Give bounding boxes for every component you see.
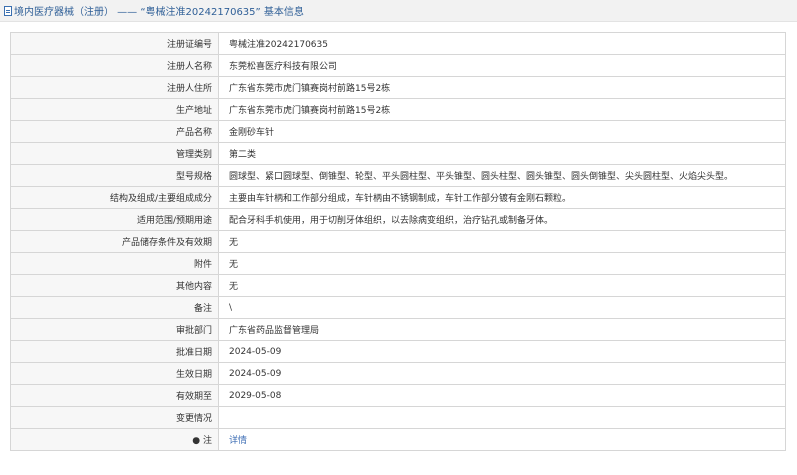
row-label: 批准日期 xyxy=(10,340,219,363)
record-title: “粤械注准20242170635” xyxy=(140,7,261,18)
row-value: 圆球型、紧口圆球型、倒锥型、轮型、平头圆柱型、平头锥型、圆头柱型、圆头锥型、圆头… xyxy=(218,164,786,187)
row-value: 2029-05-08 xyxy=(218,384,786,407)
table-row: 管理类别 第二类 xyxy=(10,142,786,165)
details-link[interactable]: 详情 xyxy=(229,436,247,446)
note-label: ● 注 xyxy=(10,428,219,451)
table-row: 附件无 xyxy=(10,252,786,275)
table-row: 生产地址 广东省东莞市虎门镇赛岗村前路15号2栋 xyxy=(10,98,786,121)
page-header: 境内医疗器械（注册） —— “粤械注准20242170635” 基本信息 xyxy=(0,0,797,22)
row-value: 粤械注准20242170635 xyxy=(218,32,786,55)
row-label: 注册人名称 xyxy=(10,54,219,77)
row-value: \ xyxy=(218,296,786,319)
table-row: 有效期至 2029-05-08 xyxy=(10,384,786,407)
row-label: 生产地址 xyxy=(10,98,219,121)
table-row: 适用范围/预期用途 配合牙科手机使用，用于切削牙体组织，以去除病变组织，治疗钻孔或… xyxy=(10,208,786,231)
row-value: 金刚砂车针 xyxy=(218,120,786,143)
detail-table: 注册证编号 粤械注准20242170635 注册人名称 东莞松喜医疗科技有限公司 注… xyxy=(10,32,786,451)
title-separator: —— xyxy=(114,7,141,18)
row-label: 注册证编号 xyxy=(10,32,219,55)
row-value: 详情 xyxy=(218,428,786,451)
table-row: 结构及组成/主要组成成分 主要由车针柄和工作部分组成，车针柄由不锈钢制成，车针工作… xyxy=(10,186,786,209)
row-value xyxy=(218,406,786,429)
table-row: 注册证编号 粤械注准20242170635 xyxy=(10,32,786,55)
table-row: 其他内容无 xyxy=(10,274,786,297)
row-value: 广东省药品监督管理局 xyxy=(218,318,786,341)
row-label: 管理类别 xyxy=(10,142,219,165)
row-label: 产品名称 xyxy=(10,120,219,143)
row-value: 无 xyxy=(218,252,786,275)
table-row: 注册人名称 东莞松喜医疗科技有限公司 xyxy=(10,54,786,77)
table-row: 注册人住所 广东省东莞市虎门镇赛岗村前路15号2栋 xyxy=(10,76,786,99)
category-link[interactable]: 境内医疗器械（注册） xyxy=(14,7,114,18)
table-row: 产品名称 金刚砂车针 xyxy=(10,120,786,143)
row-value: 配合牙科手机使用，用于切削牙体组织，以去除病变组织，治疗钻孔或制备牙体。 xyxy=(218,208,786,231)
table-row: 型号规格 圆球型、紧口圆球型、倒锥型、轮型、平头圆柱型、平头锥型、圆头柱型、圆头锥… xyxy=(10,164,786,187)
row-value: 东莞松喜医疗科技有限公司 xyxy=(218,54,786,77)
row-value: 2024-05-09 xyxy=(218,362,786,385)
document-icon xyxy=(4,5,12,16)
table-row: 批准日期 2024-05-09 xyxy=(10,340,786,363)
row-value: 广东省东莞市虎门镇赛岗村前路15号2栋 xyxy=(218,76,786,99)
row-label: 生效日期 xyxy=(10,362,219,385)
table-row: ● 注详情 xyxy=(10,428,786,451)
row-value: 2024-05-09 xyxy=(218,340,786,363)
row-label: 审批部门 xyxy=(10,318,219,341)
row-label: 适用范围/预期用途 xyxy=(10,208,219,231)
row-label: 变更情况 xyxy=(10,406,219,429)
row-label: 有效期至 xyxy=(10,384,219,407)
table-row: 变更情况 xyxy=(10,406,786,429)
row-label: 型号规格 xyxy=(10,164,219,187)
page-title: 境内医疗器械（注册） —— “粤械注准20242170635” 基本信息 xyxy=(14,3,304,18)
table-row: 备注 \ xyxy=(10,296,786,319)
title-suffix: 基本信息 xyxy=(260,7,304,18)
table-row: 产品储存条件及有效期无 xyxy=(10,230,786,253)
table-row: 审批部门 广东省药品监督管理局 xyxy=(10,318,786,341)
row-value: 无 xyxy=(218,274,786,297)
row-value: 广东省东莞市虎门镇赛岗村前路15号2栋 xyxy=(218,98,786,121)
table-row: 生效日期 2024-05-09 xyxy=(10,362,786,385)
row-label: 附件 xyxy=(10,252,219,275)
row-value: 第二类 xyxy=(218,142,786,165)
row-label: 备注 xyxy=(10,296,219,319)
row-label: 注册人住所 xyxy=(10,76,219,99)
row-value: 主要由车针柄和工作部分组成，车针柄由不锈钢制成，车针工作部分镀有金刚石颗粒。 xyxy=(218,186,786,209)
row-label: 产品储存条件及有效期 xyxy=(10,230,219,253)
row-value: 无 xyxy=(218,230,786,253)
row-label: 结构及组成/主要组成成分 xyxy=(10,186,219,209)
row-label: 其他内容 xyxy=(10,274,219,297)
